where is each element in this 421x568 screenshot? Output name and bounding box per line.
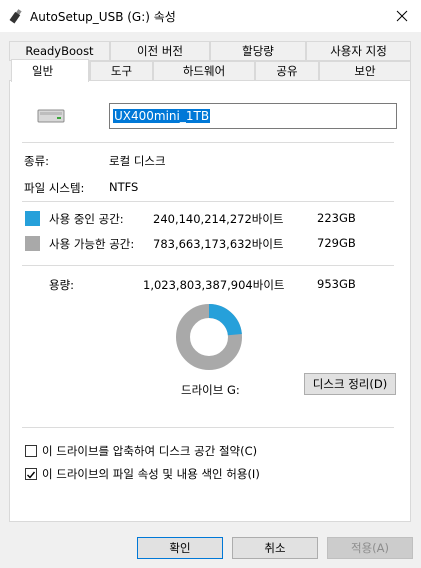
tab-general[interactable]: 일반 bbox=[11, 59, 89, 82]
tab-hardware[interactable]: 하드웨어 bbox=[153, 61, 255, 81]
tab-quota[interactable]: 할당량 bbox=[210, 41, 306, 61]
ok-button[interactable]: 확인 bbox=[137, 537, 223, 559]
free-space-label: 사용 가능한 공간: bbox=[49, 237, 135, 251]
tab-readyboost[interactable]: ReadyBoost bbox=[9, 41, 110, 61]
volume-name-input[interactable]: UX400mini_1TB bbox=[109, 103, 397, 129]
used-space-size: 223GB bbox=[317, 211, 356, 225]
tab-customize[interactable]: 사용자 지정 bbox=[306, 41, 411, 61]
type-label: 종류: bbox=[24, 154, 50, 168]
filesystem-value: NTFS bbox=[109, 180, 139, 194]
disk-usage-donut bbox=[176, 304, 242, 370]
window-title: AutoSetup_USB (G:) 속성 bbox=[30, 10, 176, 24]
tab-tools[interactable]: 도구 bbox=[90, 61, 153, 81]
checkmark-icon bbox=[27, 471, 36, 479]
index-checkbox-label[interactable]: 이 드라이브의 파일 속성 및 내용 색인 허용(I) bbox=[42, 466, 260, 482]
filesystem-label: 파일 시스템: bbox=[24, 181, 85, 195]
tab-sharing[interactable]: 공유 bbox=[255, 61, 319, 81]
type-value: 로컬 디스크 bbox=[109, 154, 166, 168]
tab-security[interactable]: 보안 bbox=[319, 61, 411, 81]
divider bbox=[22, 201, 394, 202]
capacity-size: 953GB bbox=[317, 277, 356, 291]
apply-button[interactable]: 적용(A) bbox=[327, 537, 413, 559]
volume-name-text: UX400mini_1TB bbox=[113, 109, 211, 123]
divider bbox=[22, 265, 394, 266]
disk-cleanup-button[interactable]: 디스크 정리(D) bbox=[304, 373, 396, 395]
capacity-label: 용량: bbox=[49, 278, 75, 292]
used-space-bytes: 240,140,214,272바이트 bbox=[153, 212, 284, 226]
cancel-button[interactable]: 취소 bbox=[232, 537, 318, 559]
divider bbox=[22, 427, 394, 428]
index-checkbox[interactable] bbox=[25, 468, 37, 480]
free-space-swatch bbox=[25, 236, 40, 251]
free-space-size: 729GB bbox=[317, 236, 356, 250]
close-icon[interactable] bbox=[389, 4, 415, 28]
free-space-bytes: 783,663,173,632바이트 bbox=[153, 237, 284, 251]
used-space-label: 사용 중인 공간: bbox=[49, 212, 124, 226]
used-space-swatch bbox=[25, 211, 40, 226]
usb-drive-icon bbox=[9, 9, 22, 24]
drive-label: 드라이브 G: bbox=[181, 383, 240, 397]
compress-checkbox[interactable] bbox=[25, 445, 37, 457]
drive-icon bbox=[37, 109, 65, 123]
divider bbox=[22, 142, 394, 143]
tab-previous-versions[interactable]: 이전 버전 bbox=[110, 41, 210, 61]
compress-checkbox-label[interactable]: 이 드라이브를 압축하여 디스크 공간 절약(C) bbox=[42, 443, 257, 459]
capacity-bytes: 1,023,803,387,904바이트 bbox=[143, 278, 285, 292]
